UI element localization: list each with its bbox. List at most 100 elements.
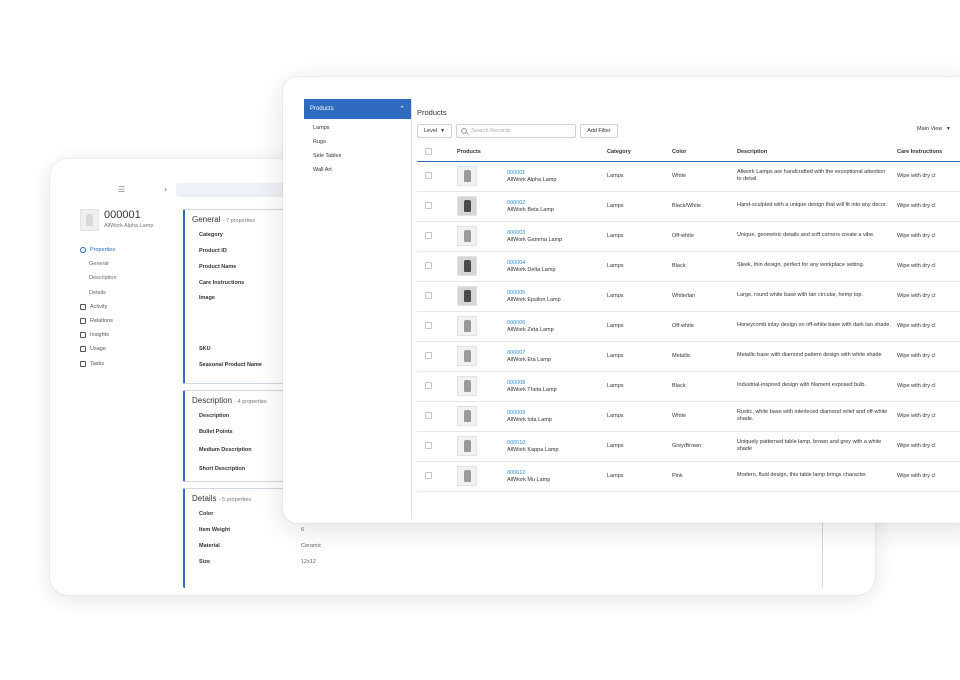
table-row[interactable]: 000003 AllWork Gamma Lamp Lamps Off-white Un… xyxy=(417,221,960,251)
product-thumbnail[interactable] xyxy=(457,346,477,366)
chevron-right-icon[interactable]: › xyxy=(164,184,167,194)
product-id-link[interactable]: 000007 xyxy=(507,350,607,356)
row-checkbox[interactable] xyxy=(425,171,432,179)
product-thumbnail[interactable] xyxy=(457,166,477,186)
sidebar-item-rugs[interactable]: Rugs xyxy=(304,135,411,149)
property-row[interactable]: Material Ceramic xyxy=(185,538,822,554)
lamp-image xyxy=(464,350,471,362)
color-cell: White xyxy=(672,413,687,419)
property-row[interactable]: Size 12x12 xyxy=(185,554,822,570)
products-content: Products Level ▼ Add Filter Main View ▼ xyxy=(417,99,960,492)
product-id-link[interactable]: 000005 xyxy=(507,290,607,296)
row-checkbox[interactable] xyxy=(425,441,432,449)
table-row[interactable]: 000005 AllWork Epsilon Lamp Lamps White/tan… xyxy=(417,281,960,311)
column-header-description[interactable]: Description xyxy=(737,144,897,161)
color-cell: Off-white xyxy=(672,323,694,329)
product-thumbnail[interactable] xyxy=(457,286,477,306)
row-checkbox[interactable] xyxy=(425,261,432,269)
sidebar-item-wall-art[interactable]: Wall Art xyxy=(304,163,411,177)
grid-icon[interactable]: ☰ xyxy=(118,185,125,194)
product-id-link[interactable]: 000010 xyxy=(507,440,607,446)
description-cell: Large, round white base with tan circula… xyxy=(737,292,863,299)
product-thumbnail[interactable] xyxy=(457,436,477,456)
color-cell: White xyxy=(672,173,687,179)
select-all-checkbox[interactable] xyxy=(425,147,432,155)
add-filter-button[interactable]: Add Filter xyxy=(580,123,618,138)
product-id-link[interactable]: 000009 xyxy=(507,410,607,416)
column-header-color[interactable]: Color xyxy=(672,144,737,161)
product-id-link[interactable]: 000012 xyxy=(507,470,607,476)
care-cell: Wipe with dry cl xyxy=(897,173,936,179)
product-name: AllWork Alpha Lamp xyxy=(104,223,154,229)
product-id-link[interactable]: 000008 xyxy=(507,380,607,386)
color-cell: Black xyxy=(672,383,686,389)
table-row[interactable]: 000010 AllWork Kappa Lamp Lamps Grey/Brown U… xyxy=(417,431,960,461)
property-label: Size xyxy=(199,559,211,565)
product-name: AllWork Iota Lamp xyxy=(507,416,552,423)
column-header-care-instructions[interactable]: Care Instructions xyxy=(897,144,960,161)
product-thumbnail[interactable] xyxy=(457,256,477,276)
table-row[interactable]: 000004 AllWork Delta Lamp Lamps Black Sleek,… xyxy=(417,251,960,281)
property-value: 12x12 xyxy=(301,559,316,565)
lamp-image xyxy=(464,440,471,452)
lamp-image xyxy=(464,320,471,332)
table-row[interactable]: 000008 AllWork Theta Lamp Lamps Black Indust… xyxy=(417,371,960,401)
sidebar-item-side-tables[interactable]: Side Tables xyxy=(304,149,411,163)
product-id-link[interactable]: 000001 xyxy=(507,170,607,176)
color-cell: Black xyxy=(672,263,686,269)
care-cell: Wipe with dry cl xyxy=(897,263,936,269)
product-thumbnail[interactable] xyxy=(457,316,477,336)
product-name: AllWork Alpha Lamp xyxy=(507,176,557,183)
category-sidebar: Products ⌃ Lamps Rugs Side Tables Wall Art xyxy=(304,99,412,519)
description-cell: Industrial-inspired design with filament… xyxy=(737,382,867,389)
main-view-dropdown[interactable]: Main View ▼ xyxy=(917,126,951,132)
care-cell: Wipe with dry cl xyxy=(897,473,936,479)
product-thumbnail[interactable] xyxy=(457,466,477,486)
column-header-products[interactable]: Products xyxy=(457,144,607,161)
property-value: 6 xyxy=(301,527,305,533)
table-row[interactable]: 000012 AllWork Mu Lamp Lamps Pink Modern, fl… xyxy=(417,461,960,491)
product-id-link[interactable]: 000004 xyxy=(507,260,607,266)
description-cell: Modern, fluid design, this table lamp br… xyxy=(737,472,868,479)
row-checkbox[interactable] xyxy=(425,231,432,239)
sidebar-item-lamps[interactable]: Lamps xyxy=(304,121,411,135)
row-checkbox[interactable] xyxy=(425,381,432,389)
column-header-category[interactable]: Category xyxy=(607,144,672,161)
lamp-image xyxy=(464,410,471,422)
row-checkbox[interactable] xyxy=(425,201,432,209)
description-cell: Sleek, thin design, perfect for any work… xyxy=(737,262,865,269)
product-thumbnail[interactable] xyxy=(457,196,477,216)
care-cell: Wipe with dry cl xyxy=(897,383,936,389)
table-row[interactable]: 000006 AllWork Zeta Lamp Lamps Off-white Hon… xyxy=(417,311,960,341)
product-id-link[interactable]: 000006 xyxy=(507,320,607,326)
table-row[interactable]: 000009 AllWork Iota Lamp Lamps White Rustic,… xyxy=(417,401,960,431)
sidebar-header-products[interactable]: Products ⌃ xyxy=(304,99,411,119)
product-id-link[interactable]: 000002 xyxy=(507,200,607,206)
product-thumbnail[interactable] xyxy=(457,226,477,246)
property-row[interactable]: Item Weight 6 xyxy=(185,522,822,538)
product-name: AllWork Theta Lamp xyxy=(507,386,557,393)
level-dropdown[interactable]: Level ▼ xyxy=(417,123,453,138)
row-checkbox[interactable] xyxy=(425,321,432,329)
product-name: AllWork Kappa Lamp xyxy=(507,446,559,453)
product-thumbnail[interactable] xyxy=(457,376,477,396)
search-input[interactable] xyxy=(471,127,572,134)
row-checkbox[interactable] xyxy=(425,411,432,419)
search-box[interactable] xyxy=(456,123,577,138)
color-cell: Pink xyxy=(672,473,683,479)
care-cell: Wipe with dry cl xyxy=(897,323,936,329)
row-checkbox[interactable] xyxy=(425,471,432,479)
row-checkbox[interactable] xyxy=(425,351,432,359)
row-checkbox[interactable] xyxy=(425,291,432,299)
category-cell: Lamps xyxy=(607,173,624,179)
description-cell: Unique, geometric details and soft corne… xyxy=(737,232,875,239)
table-row[interactable]: 000001 AllWork Alpha Lamp Lamps White Allwor… xyxy=(417,161,960,191)
product-thumbnail[interactable] xyxy=(457,406,477,426)
category-cell: Lamps xyxy=(607,323,624,329)
color-cell: Off-white xyxy=(672,233,694,239)
color-cell: Grey/Brown xyxy=(672,443,702,449)
chevron-up-icon[interactable]: ⌃ xyxy=(399,105,405,113)
product-id-link[interactable]: 000003 xyxy=(507,230,607,236)
table-row[interactable]: 000007 AllWork Eta Lamp Lamps Metallic Metal… xyxy=(417,341,960,371)
table-row[interactable]: 000002 AllWork Beta Lamp Lamps Black/White H… xyxy=(417,191,960,221)
